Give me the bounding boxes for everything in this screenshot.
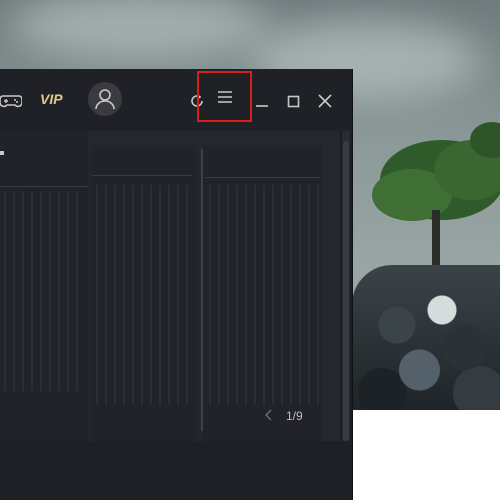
content-card[interactable]: [92, 145, 196, 441]
marker: [0, 151, 4, 155]
content-card[interactable]: [0, 131, 88, 441]
vip-label[interactable]: VIP: [40, 91, 63, 107]
maximize-icon[interactable]: [285, 91, 301, 111]
menu-icon: [217, 90, 232, 103]
menu-button[interactable]: [197, 71, 252, 122]
title-bar: VIP: [0, 69, 352, 131]
chevron-left-icon[interactable]: [265, 408, 273, 424]
content-card[interactable]: [203, 145, 323, 441]
divider: [201, 149, 203, 431]
minimize-icon[interactable]: [254, 91, 270, 111]
user-icon: [95, 89, 115, 110]
footer-bar: [0, 441, 352, 500]
gamepad-icon[interactable]: [0, 91, 22, 111]
divider: [92, 175, 192, 176]
scrollbar-thumb[interactable]: [343, 141, 349, 441]
divider: [0, 186, 88, 187]
rocks-image: [352, 265, 500, 415]
content-area: [0, 131, 340, 441]
app-window: VIP: [0, 69, 353, 500]
divider: [205, 177, 320, 178]
close-icon[interactable]: [316, 91, 334, 111]
avatar[interactable]: [88, 82, 122, 116]
page-indicator: 1/9: [286, 409, 303, 423]
